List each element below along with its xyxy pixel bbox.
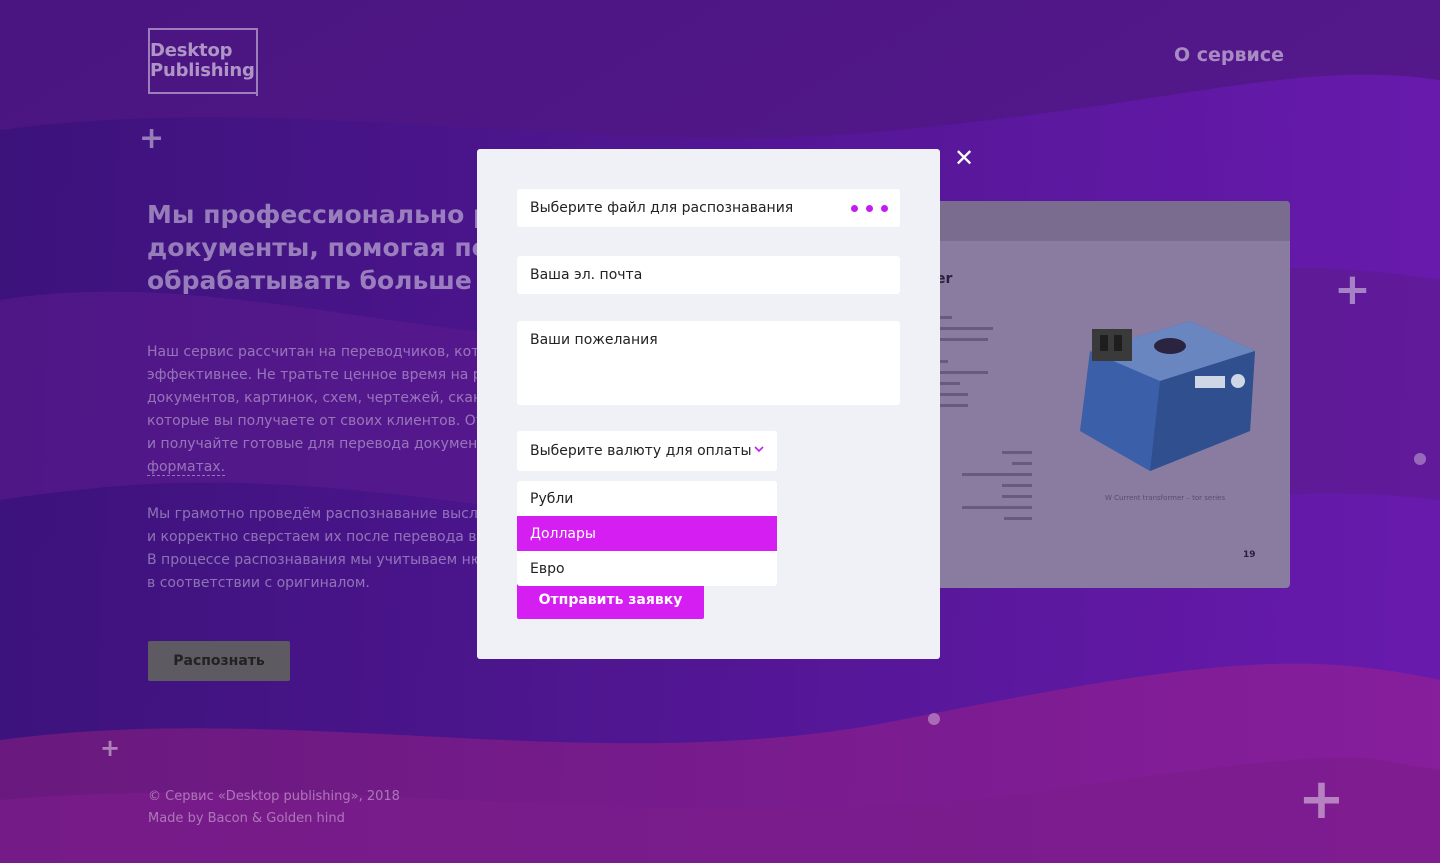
paragraph-line: Мы грамотно проведём распознавание высла… bbox=[147, 506, 477, 522]
plus-decoration-icon: + bbox=[100, 734, 121, 762]
file-select-field[interactable]: Выберите файл для распознавания bbox=[517, 189, 900, 227]
currency-options-list: Рубли Доллары Евро bbox=[517, 481, 777, 586]
logo-text: Desktop Publishing bbox=[150, 41, 255, 81]
dot-decoration-icon bbox=[1414, 453, 1426, 465]
currency-select[interactable]: Выберите валюту для оплаты bbox=[517, 431, 777, 471]
footer-made-by: Made by Bacon & Golden hind bbox=[148, 811, 345, 826]
paragraph-line: В процессе распознавания мы учитываем ню… bbox=[147, 552, 477, 568]
currency-select-label: Выберите валюту для оплаты bbox=[530, 443, 752, 459]
paragraph-line: и корректно сверстаем их после перевода … bbox=[147, 529, 477, 545]
paragraph-line: в соответствии с оригиналом. bbox=[147, 575, 370, 591]
hero-title-line: обрабатывать больше заказов bbox=[147, 266, 507, 295]
dot-decoration-icon bbox=[928, 713, 940, 725]
currency-option-rubles[interactable]: Рубли bbox=[517, 481, 777, 516]
document-preview-caption: W Current transformer – tor series bbox=[1105, 494, 1225, 502]
plus-decoration-icon: + bbox=[139, 121, 165, 156]
plus-decoration-icon: + bbox=[1334, 264, 1371, 315]
logo-line-2: Publishing bbox=[150, 60, 255, 81]
document-preview-header bbox=[930, 201, 1290, 241]
email-field[interactable] bbox=[517, 256, 900, 294]
document-preview: er W Current transformer – tor series 19 bbox=[930, 201, 1290, 588]
hero-title-line: Мы профессионально распознаём bbox=[147, 200, 507, 229]
paragraph-line: которые вы получаете от своих клиентов. … bbox=[147, 413, 477, 429]
nav-about-link[interactable]: О сервисе bbox=[1174, 44, 1284, 66]
paragraph-line: эффективнее. Не тратьте ценное время на … bbox=[147, 367, 477, 383]
document-preview-text-lines bbox=[938, 316, 1038, 415]
order-modal: Выберите файл для распознавания Выберите… bbox=[477, 149, 940, 659]
more-dots-icon[interactable] bbox=[851, 205, 888, 212]
close-icon[interactable]: ✕ bbox=[952, 146, 976, 170]
hero-paragraph-2: Мы грамотно проведём распознавание высла… bbox=[147, 503, 477, 595]
paragraph-line: документов, картинок, схем, чертежей, ск… bbox=[147, 390, 477, 406]
footer-copyright: © Сервис «Desktop publishing», 2018 bbox=[148, 789, 400, 804]
plus-decoration-icon: + bbox=[1298, 767, 1345, 832]
paragraph-line: и получайте готовые для перевода докумен… bbox=[147, 436, 477, 452]
hero-paragraph-1: Наш сервис рассчитан на переводчиков, ко… bbox=[147, 341, 477, 479]
document-preview-spec-lines bbox=[960, 451, 1032, 528]
file-select-label: Выберите файл для распознавания bbox=[530, 200, 794, 216]
transformer-device-image bbox=[1080, 321, 1255, 471]
paragraph-line: форматах. bbox=[147, 459, 226, 476]
hero-title-line: документы, помогая переводчикам bbox=[147, 233, 507, 262]
currency-option-euro[interactable]: Евро bbox=[517, 551, 777, 586]
logo[interactable]: Desktop Publishing bbox=[148, 28, 258, 96]
wishes-field[interactable] bbox=[517, 321, 900, 405]
recognize-button[interactable]: Распознать bbox=[148, 641, 290, 681]
document-preview-page-number: 19 bbox=[1243, 550, 1256, 560]
logo-line-1: Desktop bbox=[150, 40, 233, 61]
hero-title: Мы профессионально распознаём документы,… bbox=[147, 198, 507, 297]
chevron-down-icon bbox=[754, 446, 764, 453]
submit-request-button[interactable]: Отправить заявку bbox=[517, 581, 704, 619]
paragraph-line: Наш сервис рассчитан на переводчиков, ко… bbox=[147, 344, 477, 360]
currency-option-dollars[interactable]: Доллары bbox=[517, 516, 777, 551]
